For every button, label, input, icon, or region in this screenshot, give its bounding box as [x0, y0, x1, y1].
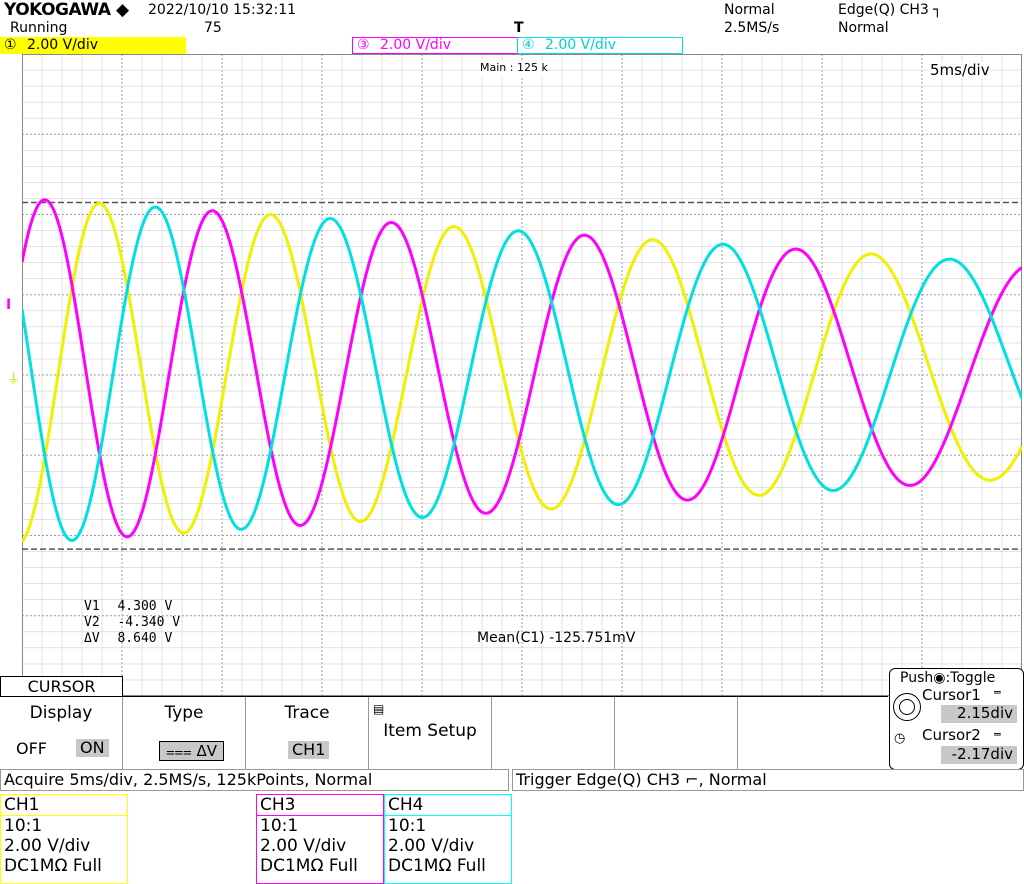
- channel-number: ③: [357, 37, 370, 53]
- channel-tab-ch3[interactable]: ③ 2.00 V/div: [352, 37, 518, 54]
- channel-number: ①: [4, 37, 17, 53]
- v2-label: V2: [84, 615, 100, 630]
- push-toggle-hint: Push◉:Toggle: [900, 670, 995, 686]
- zoom-label: Main : 125 k: [480, 60, 548, 76]
- channel-probe: 10:1: [388, 816, 427, 836]
- cursor2-lines-icon: ═: [994, 728, 1001, 741]
- trigger-status: Trigger Edge(Q) CH3 ⌐, Normal: [512, 769, 1024, 791]
- sample-rate: 2.5MS/s: [724, 20, 780, 36]
- empty-softkey-7[interactable]: [738, 697, 888, 769]
- item-setup-softkey[interactable]: ▤ Item Setup: [369, 697, 492, 769]
- empty-softkey-6[interactable]: [615, 697, 738, 769]
- channel-number: ④: [522, 37, 535, 53]
- channel-name: CH4: [385, 795, 511, 816]
- display-label: Display: [29, 703, 93, 723]
- channel-scale: 2.00 V/div: [260, 836, 347, 856]
- dv-label: ΔV: [84, 631, 100, 646]
- v1-label: V1: [84, 599, 100, 614]
- trigger-type-text: Edge(Q) CH3: [838, 2, 929, 18]
- brand-diamond-icon: ◆: [115, 0, 129, 20]
- brand-name: YOKOGAWA: [4, 0, 111, 20]
- trace-value: CH1: [288, 741, 330, 759]
- datetime: 2022/10/10 15:32:11: [148, 2, 297, 18]
- cursor-readout-dv: ΔV 8.640 V: [84, 631, 172, 647]
- menu-title: CURSOR: [27, 677, 96, 696]
- trace-softkey[interactable]: Trace CH1: [246, 697, 369, 769]
- run-state: Running: [10, 20, 68, 36]
- rising-edge-icon: ┐: [933, 2, 942, 18]
- channel-coupling: DC1MΩ Full: [260, 856, 358, 876]
- trigger-text: Trigger Edge(Q) CH3 ⌐, Normal: [516, 770, 767, 789]
- channel-scale: 2.00 V/div: [380, 37, 451, 53]
- v1-value: 4.300 V: [117, 599, 173, 614]
- type-softkey[interactable]: Type ⩶ ΔV: [123, 697, 246, 769]
- submenu-icon: ▤: [373, 702, 385, 716]
- brand-logo: YOKOGAWA ◆: [4, 0, 129, 20]
- channel-coupling: DC1MΩ Full: [4, 856, 102, 876]
- cursor1-lines-icon: ═: [994, 686, 1001, 699]
- trace-label: Trace: [284, 703, 330, 723]
- channel-tab-ch4[interactable]: ④ 2.00 V/div: [517, 37, 683, 54]
- channel-info-ch1[interactable]: CH1 10:1 2.00 V/div DC1MΩ Full: [0, 794, 128, 884]
- empty-softkey-5[interactable]: [492, 697, 615, 769]
- channel-probe: 10:1: [4, 816, 43, 836]
- cursor2-label: Cursor2: [922, 726, 981, 744]
- mean-measurement: Mean(C1) -125.751mV: [477, 630, 636, 646]
- type-label: Type: [164, 703, 204, 723]
- push-label: Push: [900, 670, 934, 686]
- trigger-position-marker: T: [514, 20, 524, 36]
- channel-info-ch3[interactable]: CH3 10:1 2.00 V/div DC1MΩ Full: [256, 794, 384, 884]
- timebase-label: 5ms/div: [930, 61, 990, 79]
- channel-scale: 2.00 V/div: [388, 836, 475, 856]
- display-on: ON: [76, 739, 109, 757]
- channel-name: CH1: [1, 795, 127, 816]
- cursor2-knob-icon: ◷: [894, 731, 906, 746]
- trigger-mode-secondary: Normal: [838, 20, 889, 36]
- ground-marker-icon: ⏚: [7, 372, 21, 387]
- channel-tab-ch1[interactable]: ① 2.00 V/div: [0, 37, 186, 54]
- cursor2-value[interactable]: -2.17div: [941, 746, 1017, 764]
- display-off: OFF: [16, 739, 47, 758]
- menu-title-tab: CURSOR: [0, 676, 123, 697]
- acquisition-count: 75: [204, 20, 222, 36]
- trigger-mode: Normal: [724, 2, 775, 18]
- trigger-type: Edge(Q) CH3 ┐: [838, 2, 942, 18]
- acquire-text: Acquire 5ms/div, 2.5MS/s, 125kPoints, No…: [4, 770, 373, 789]
- cursor1-value[interactable]: 2.15div: [941, 705, 1017, 723]
- toggle-label: :Toggle: [945, 670, 996, 686]
- waveform-screen[interactable]: Main : 125 k 5ms/div V1 4.300 V V2 -4.34…: [22, 54, 1022, 696]
- cursor1-label: Cursor1: [922, 686, 981, 704]
- channel-scale: 2.00 V/div: [27, 37, 98, 53]
- jog-knob-icon[interactable]: [893, 693, 921, 721]
- channel-name: CH3: [257, 795, 383, 816]
- v2-value: -4.340 V: [117, 615, 181, 630]
- trigger-level-marker-icon: I: [6, 297, 12, 313]
- item-setup-label: Item Setup: [383, 721, 477, 741]
- channel-probe: 10:1: [260, 816, 299, 836]
- cursor-readout-v2: V2 -4.340 V: [84, 615, 180, 631]
- display-softkey[interactable]: Display OFF ON: [0, 697, 123, 769]
- channel-info-ch4[interactable]: CH4 10:1 2.00 V/div DC1MΩ Full: [384, 794, 512, 884]
- cursor-jog-panel: Push◉:Toggle Cursor1 ═ 2.15div ◷ Cursor2…: [889, 668, 1024, 770]
- type-value: ⩶ ΔV: [159, 741, 224, 761]
- channel-scale: 2.00 V/div: [4, 836, 91, 856]
- acquire-status: Acquire 5ms/div, 2.5MS/s, 125kPoints, No…: [0, 769, 509, 791]
- jog-knob-small-icon: ◉: [933, 670, 946, 686]
- channel-scale: 2.00 V/div: [545, 37, 616, 53]
- channel-coupling: DC1MΩ Full: [388, 856, 486, 876]
- dv-value: 8.640 V: [117, 631, 173, 646]
- cursor-readout-v1: V1 4.300 V: [84, 599, 172, 615]
